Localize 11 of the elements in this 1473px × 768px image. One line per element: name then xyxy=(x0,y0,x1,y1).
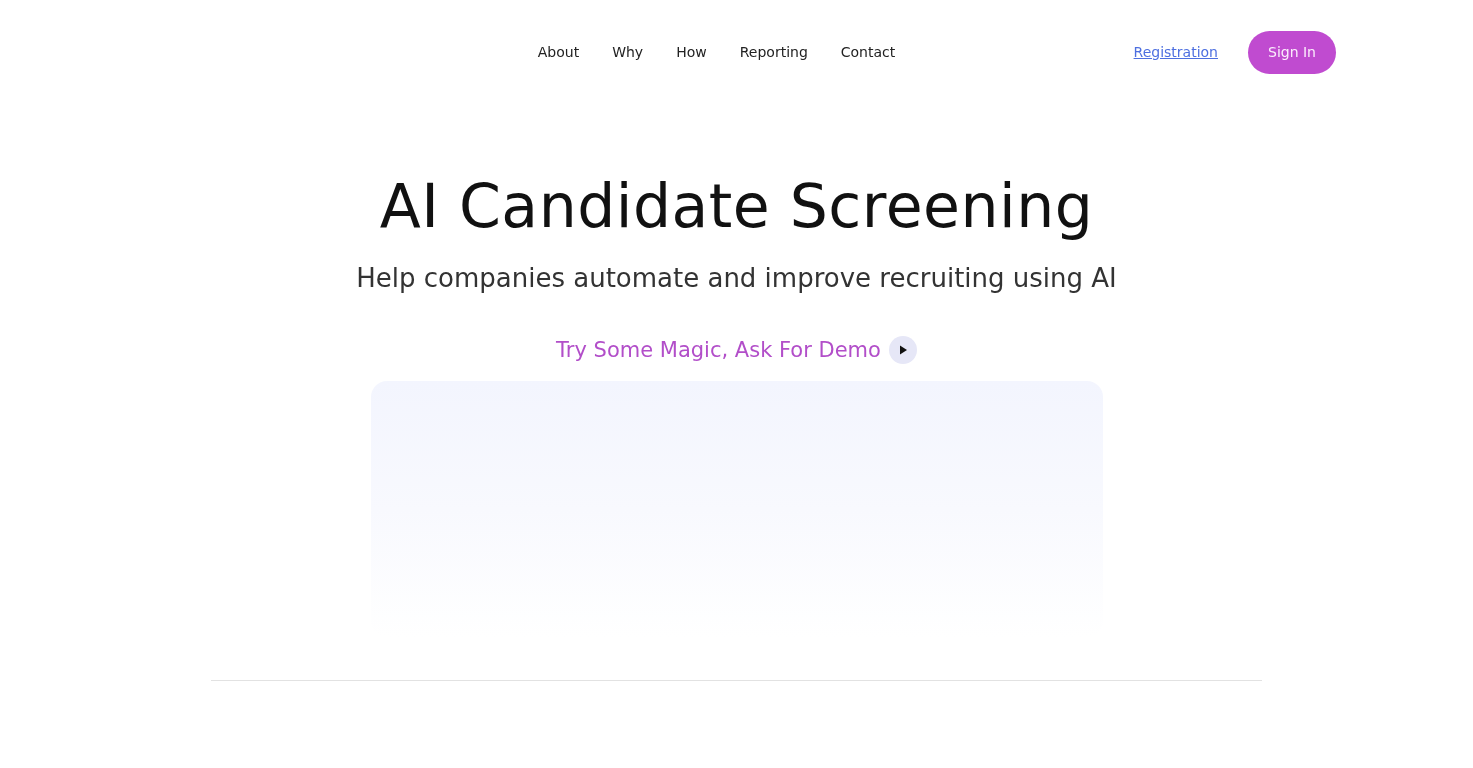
registration-link[interactable]: Registration xyxy=(1133,44,1218,60)
hero-subtitle: Help companies automate and improve recruiting using AI xyxy=(356,262,1117,295)
nav-link[interactable]: Contact xyxy=(840,44,896,60)
hero-title: AI Candidate Screening xyxy=(379,172,1094,240)
play-icon[interactable] xyxy=(888,336,917,364)
nav-link[interactable]: Why xyxy=(612,44,644,60)
nav-link[interactable]: Reporting xyxy=(739,44,808,60)
nav-link[interactable]: About xyxy=(537,44,580,60)
sign-in-button[interactable]: Sign In xyxy=(1248,30,1336,74)
nav-link[interactable]: How xyxy=(676,44,707,60)
demo-link[interactable]: Try Some Magic, Ask For Demo xyxy=(556,338,881,362)
